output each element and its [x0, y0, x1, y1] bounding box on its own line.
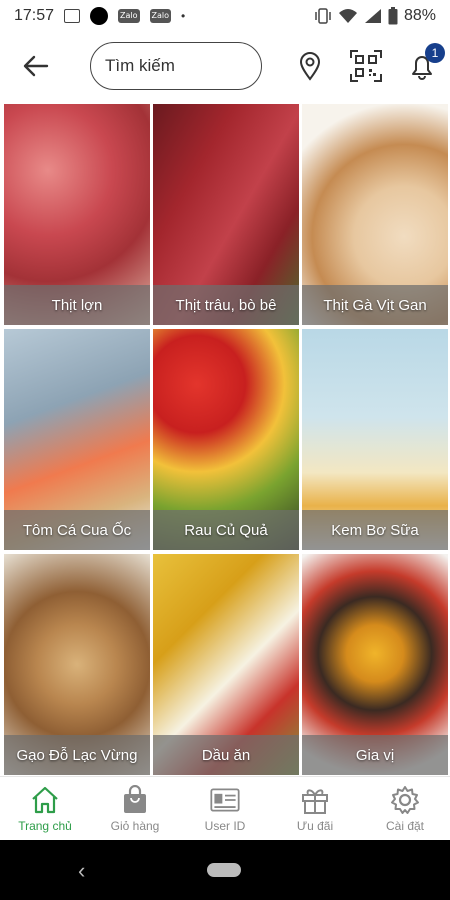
arrow-left-icon: [23, 55, 49, 77]
category-tile-pork[interactable]: Thịt lợn: [4, 104, 150, 325]
system-home-button[interactable]: [207, 863, 241, 877]
bottom-nav: Trang chủ Giỏ hàng User ID Ưu đãi Cài đặ…: [0, 776, 450, 840]
nav-item-offers[interactable]: Ưu đãi: [270, 777, 360, 840]
nav-label: Ưu đãi: [296, 818, 334, 833]
id-card-icon: [210, 785, 240, 815]
status-right: 88%: [314, 7, 436, 25]
category-tile-dairy[interactable]: Kem Bơ Sữa: [302, 329, 448, 550]
gear-icon: [390, 785, 420, 815]
category-label: Dầu ăn: [153, 735, 299, 775]
nav-label: Trang chủ: [18, 818, 72, 833]
system-nav-bar: ‹: [0, 840, 450, 900]
qr-scan-button[interactable]: [349, 49, 383, 83]
notification-badge: 1: [425, 43, 445, 63]
nav-label: Cài đặt: [385, 818, 425, 833]
status-left: 17:57 Zalo Zalo •: [14, 7, 185, 25]
category-tile-seafood[interactable]: Tôm Cá Cua Ốc: [4, 329, 150, 550]
location-pin-icon: [299, 52, 321, 81]
category-label: Thịt Gà Vịt Gan: [302, 285, 448, 325]
shopping-bag-icon: [120, 784, 150, 815]
vibrate-icon: [315, 8, 331, 24]
category-label: Thịt trâu, bò bê: [153, 285, 299, 325]
category-tile-spices[interactable]: Gia vị: [302, 554, 448, 775]
dot-icon: •: [181, 9, 186, 23]
category-tile-beef[interactable]: Thịt trâu, bò bê: [153, 104, 299, 325]
category-label: Rau Củ Quả: [153, 510, 299, 550]
battery-percent: 88%: [403, 7, 436, 24]
wifi-icon: [338, 9, 357, 23]
category-grid: Thịt lợn Thịt trâu, bò bê Thịt Gà Vịt Ga…: [0, 100, 450, 776]
notification-button[interactable]: 1: [405, 43, 445, 83]
category-label: Kem Bơ Sữa: [302, 510, 448, 550]
back-button[interactable]: [18, 50, 54, 82]
home-icon: [30, 785, 60, 815]
status-bar: 17:57 Zalo Zalo • 88%: [0, 0, 450, 32]
category-tile-grains[interactable]: Gạo Đỗ Lạc Vừng: [4, 554, 150, 775]
category-label: Thịt lợn: [4, 285, 150, 325]
zalo-icon: Zalo: [118, 9, 140, 23]
nav-item-user-id[interactable]: User ID: [180, 777, 270, 840]
category-tile-cooking-oil[interactable]: Dầu ăn: [153, 554, 299, 775]
signal-icon: [364, 9, 381, 23]
nav-label: User ID: [204, 818, 246, 833]
dot-icon: [90, 7, 109, 25]
nav-item-cart[interactable]: Giỏ hàng: [90, 777, 180, 840]
category-label: Gạo Đỗ Lạc Vừng: [4, 735, 150, 775]
top-bar: Tìm kiếm 1: [0, 32, 450, 100]
category-label: Tôm Cá Cua Ốc: [4, 510, 150, 550]
search-input[interactable]: Tìm kiếm: [90, 42, 262, 90]
battery-icon: [388, 7, 398, 25]
gift-icon: [300, 785, 330, 815]
qr-code-icon: [350, 50, 382, 82]
nav-item-settings[interactable]: Cài đặt: [360, 777, 450, 840]
location-button[interactable]: [293, 49, 327, 83]
system-back-icon[interactable]: ‹: [78, 858, 98, 883]
category-label: Gia vị: [302, 735, 448, 775]
category-tile-poultry[interactable]: Thịt Gà Vịt Gan: [302, 104, 448, 325]
nav-item-home[interactable]: Trang chủ: [0, 777, 90, 840]
nav-label: Giỏ hàng: [110, 818, 160, 833]
search-placeholder: Tìm kiếm: [105, 56, 175, 75]
clock: 17:57: [14, 7, 55, 24]
category-tile-vegetables[interactable]: Rau Củ Quả: [153, 329, 299, 550]
zalo-icon: Zalo: [149, 9, 172, 23]
message-icon: [64, 9, 81, 23]
